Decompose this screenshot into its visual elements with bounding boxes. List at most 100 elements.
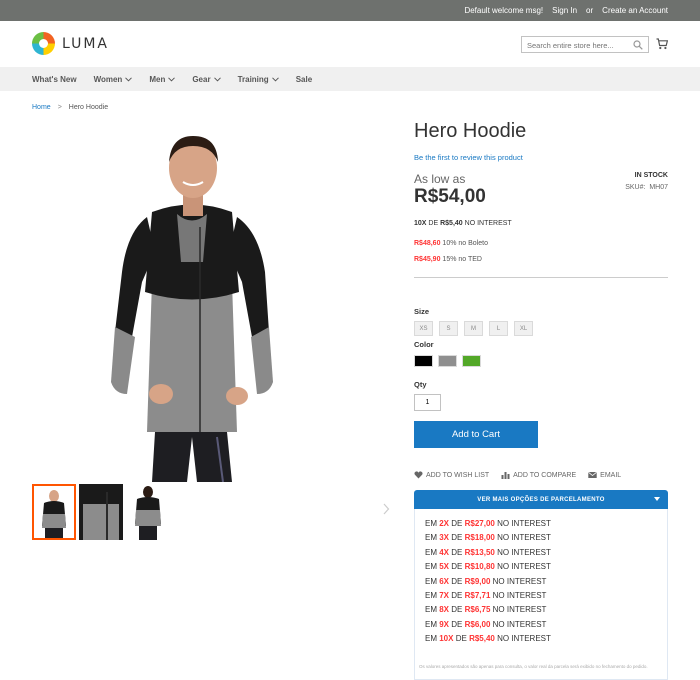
installment-times: 7X <box>439 590 450 600</box>
search-input[interactable] <box>522 38 626 53</box>
installment-suffix: NO INTEREST <box>497 634 551 644</box>
installment-em: EM <box>425 519 437 528</box>
installment-row: EM 2X DE R$27,00 NO INTEREST <box>425 517 551 531</box>
installment-de: DE <box>451 533 463 543</box>
nav-item-label: What's New <box>32 74 77 84</box>
chevron-down-icon <box>125 76 133 82</box>
header: LUMA <box>0 21 700 67</box>
divider <box>414 277 668 278</box>
installment-de: DE <box>451 590 463 600</box>
nav-item-label: Men <box>149 74 166 84</box>
add-to-cart-button[interactable]: Add to Cart <box>414 421 538 448</box>
installment-suffix: NO INTEREST <box>492 619 547 629</box>
nav-item-sale[interactable]: Sale <box>296 75 312 84</box>
nav-item-whats-new[interactable]: What's New <box>32 75 77 84</box>
color-options <box>414 355 481 367</box>
boleto-price: R$48,60 10% no Boleto <box>414 240 488 247</box>
nav-item-gear[interactable]: Gear <box>192 75 221 84</box>
nav-item-label: Sale <box>295 74 313 84</box>
review-link[interactable]: Be the first to review this product <box>414 153 523 162</box>
installment-de: DE <box>428 220 439 227</box>
boleto-amount: R$48,60 <box>414 240 441 247</box>
installment-row: EM 9X DE R$6,00 NO INTEREST <box>425 618 551 632</box>
installment-options-toggle[interactable]: VER MAIS OPÇÕES DE PARCELAMENTO <box>414 490 668 509</box>
installment-de: DE <box>451 619 463 629</box>
thumbnail-image <box>42 490 66 538</box>
size-options: XS S M L XL <box>414 321 533 336</box>
envelope-icon <box>588 471 597 478</box>
installment-value: R$18,00 <box>464 533 495 543</box>
size-option-m[interactable]: M <box>464 321 483 336</box>
nav-item-training[interactable]: Training <box>238 75 279 84</box>
breadcrumb-home-link[interactable]: Home <box>32 104 51 111</box>
nav-item-label: Women <box>93 74 123 84</box>
installment-summary: 10X DE R$5,40 NO INTEREST <box>414 220 512 227</box>
qty-input[interactable] <box>414 394 441 411</box>
installment-times: 9X <box>439 619 450 629</box>
size-option-s[interactable]: S <box>439 321 458 336</box>
color-swatch-black[interactable] <box>414 355 433 367</box>
nav-item-men[interactable]: Men <box>149 74 176 84</box>
thumbnail-front[interactable] <box>32 484 76 540</box>
installment-em: EM <box>425 619 437 629</box>
installment-suffix: NO INTEREST <box>492 590 547 600</box>
size-option-l[interactable]: L <box>489 321 508 336</box>
compare-label: ADD TO COMPARE <box>513 471 577 479</box>
installment-de: DE <box>455 634 467 644</box>
create-account-link[interactable]: Create an Account <box>602 6 668 15</box>
installment-times: 10X <box>439 634 454 644</box>
product-price: R$54,00 <box>414 186 486 207</box>
installment-times: 2X <box>439 519 450 528</box>
boleto-text: 10% no Boleto <box>442 240 488 247</box>
sku-value: MH07 <box>649 184 668 191</box>
installment-amount: R$5,40 <box>440 220 463 227</box>
wishlist-label: ADD TO WISH LIST <box>426 471 490 479</box>
email-link[interactable]: EMAIL <box>588 471 621 479</box>
cart-icon[interactable] <box>656 38 668 50</box>
installment-de: DE <box>451 562 463 572</box>
ted-amount: R$45,90 <box>414 256 441 263</box>
installment-em: EM <box>425 576 437 586</box>
thumbnail-detail[interactable] <box>79 484 123 540</box>
add-to-compare-link[interactable]: ADD TO COMPARE <box>501 471 576 479</box>
nav-item-women[interactable]: Women <box>94 75 133 84</box>
size-option-xl[interactable]: XL <box>514 321 533 336</box>
search-icon[interactable] <box>633 40 643 50</box>
chevron-right-icon[interactable] <box>382 503 390 515</box>
product-main-image[interactable] <box>97 132 287 482</box>
installment-times: 5X <box>439 562 450 572</box>
logo-text: LUMA <box>62 35 110 52</box>
installment-value: R$13,50 <box>464 547 495 557</box>
installment-options-panel: EM 2X DE R$27,00 NO INTEREST EM 3X DE R$1… <box>414 509 668 680</box>
installment-times: 6X <box>439 576 450 586</box>
heart-icon <box>414 471 423 479</box>
breadcrumb: Home > Hero Hoodie <box>32 104 108 111</box>
installment-row: EM 8X DE R$6,75 NO INTEREST <box>425 603 551 617</box>
caret-down-icon <box>654 497 660 501</box>
installment-options-title: VER MAIS OPÇÕES DE PARCELAMENTO <box>477 496 605 503</box>
installment-row: EM 7X DE R$7,71 NO INTEREST <box>425 589 551 603</box>
color-swatch-green[interactable] <box>462 355 481 367</box>
ted-price: R$45,90 15% no TED <box>414 256 482 263</box>
size-label: Size <box>414 307 430 316</box>
welcome-message: Default welcome msg! <box>464 6 544 15</box>
sign-in-link[interactable]: Sign In <box>552 6 577 15</box>
installment-suffix: NO INTEREST <box>497 562 551 572</box>
luma-logo-icon <box>32 32 55 55</box>
add-to-wishlist-link[interactable]: ADD TO WISH LIST <box>414 471 489 479</box>
installment-value: R$5,40 <box>469 634 495 644</box>
installment-suffix: NO INTEREST <box>497 519 551 528</box>
color-swatch-gray[interactable] <box>438 355 457 367</box>
installment-times: 4X <box>439 547 450 557</box>
search-box <box>521 36 649 53</box>
installment-suffix: NO INTEREST <box>497 547 551 557</box>
logo[interactable]: LUMA <box>32 32 109 55</box>
thumbnail-back[interactable] <box>126 484 170 540</box>
installment-row: EM 6X DE R$9,00 NO INTEREST <box>425 575 551 589</box>
installment-em: EM <box>425 590 437 600</box>
breadcrumb-current: Hero Hoodie <box>68 104 109 111</box>
compare-icon <box>501 472 510 479</box>
breadcrumb-separator: > <box>57 104 62 111</box>
size-option-xs[interactable]: XS <box>414 321 433 336</box>
installment-row: EM 4X DE R$13,50 NO INTEREST <box>425 546 551 560</box>
